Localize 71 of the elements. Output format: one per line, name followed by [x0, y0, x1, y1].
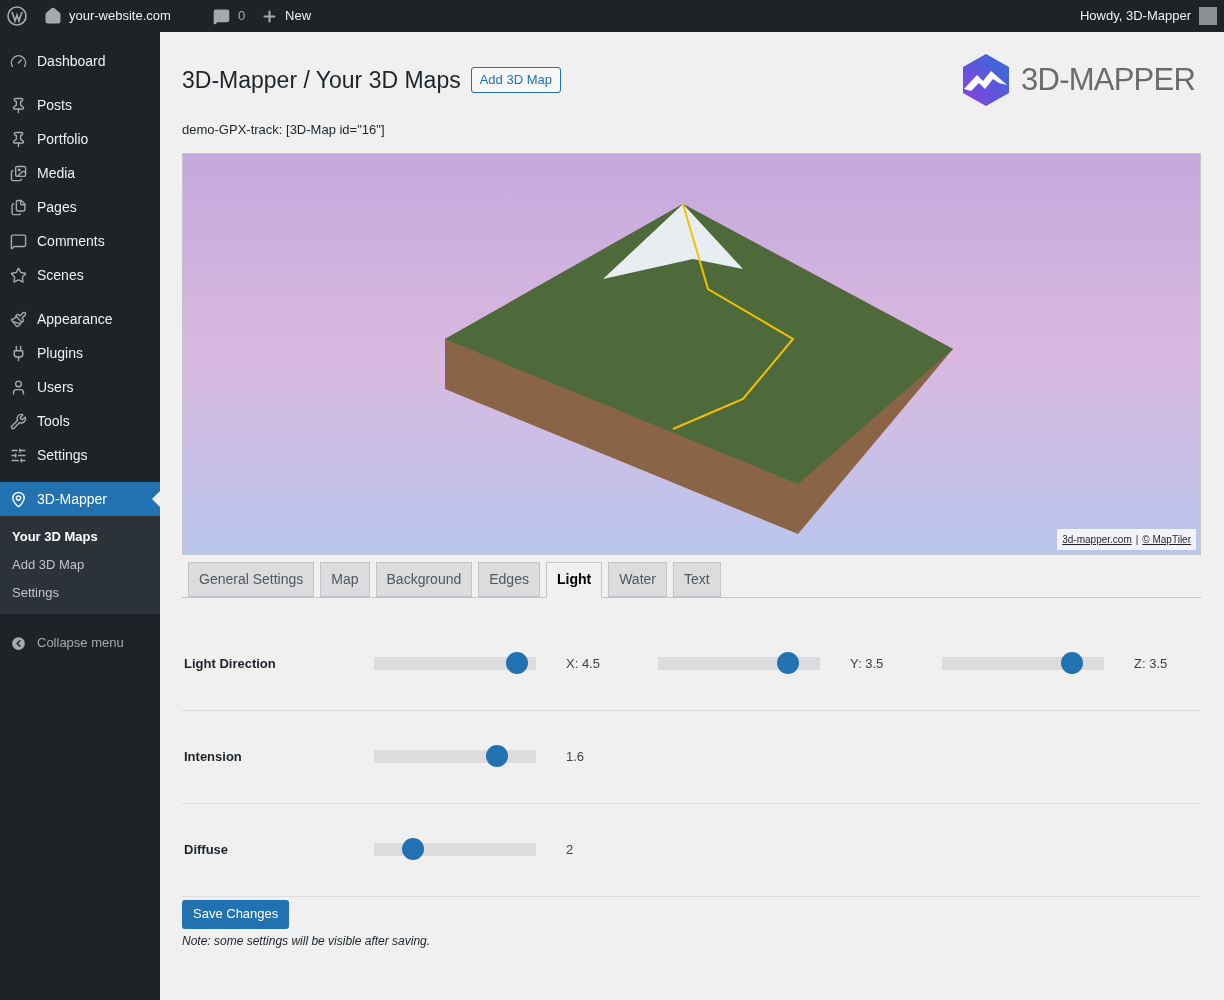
sliders-icon [10, 446, 27, 464]
menu-item[interactable]: Plugins [0, 336, 160, 370]
new-link[interactable]: New [285, 6, 312, 26]
tab[interactable]: Water [608, 561, 667, 597]
slider-value: 2 [566, 840, 575, 859]
plus-icon [261, 7, 279, 25]
separator-text: | [1135, 532, 1139, 547]
submenu-item[interactable]: Your 3D Maps [0, 523, 160, 551]
pushpin-icon [10, 130, 27, 148]
submenu-item[interactable]: Settings [0, 579, 160, 607]
avatar-placeholder [1199, 7, 1217, 25]
setting-label: Diffuse [183, 840, 230, 859]
menu-item[interactable]: Appearance [0, 302, 160, 336]
slider-thumb[interactable] [401, 838, 424, 860]
setting-label: Light Direction [183, 654, 277, 673]
attribution-link[interactable]: © MapTiler [1142, 531, 1191, 547]
tab[interactable]: Text [673, 561, 721, 597]
menu-item[interactable]: Media [0, 156, 160, 190]
logo-wordmark: 3D-MAPPER [1021, 60, 1195, 99]
tab[interactable]: Map [320, 561, 370, 597]
map-pin-icon [10, 490, 27, 508]
greeting-link[interactable]: Howdy, 3D-Mapper [1079, 6, 1191, 26]
menu-item[interactable]: Tools [0, 404, 160, 438]
setting-label: Intension [183, 747, 243, 766]
menu-item[interactable]: Comments [0, 224, 160, 258]
home-icon [44, 7, 62, 25]
menu-item[interactable]: Posts [0, 88, 160, 122]
comment-count[interactable]: 0 [237, 6, 246, 26]
slider-thumb[interactable] [505, 652, 528, 674]
slider-value: X: 4.5 [566, 654, 601, 673]
slider-value: Z: 3.5 [1134, 654, 1169, 673]
current-arrow-icon [152, 491, 160, 507]
menu-item[interactable]: Portfolio [0, 122, 160, 156]
tab[interactable]: Edges [478, 561, 540, 597]
attribution-link[interactable]: 3d-mapper.com [1062, 531, 1132, 547]
gauge-icon [10, 52, 27, 70]
collapse-icon [10, 634, 27, 652]
note-text: Note: some settings will be visible after saving. [182, 932, 432, 950]
menu-item[interactable]: Settings [0, 438, 160, 472]
site-link[interactable]: your-website.com [69, 6, 171, 26]
page-title: 3D-Mapper / Your 3D Maps [182, 65, 461, 95]
collapse-menu-button[interactable]: Collapse menu [0, 626, 160, 660]
wrench-icon [10, 412, 27, 430]
tab[interactable]: Light [545, 561, 603, 598]
tab[interactable]: General Settings [188, 561, 315, 597]
speech-bubble-icon [10, 232, 27, 250]
user-icon [10, 378, 27, 396]
shortcode-text: demo-GPX-track: [3D-Map id="16"] [182, 121, 386, 139]
pages-icon [10, 198, 27, 216]
slider-thumb[interactable] [776, 652, 799, 674]
wordpress-logo-icon[interactable] [7, 6, 27, 26]
slider-thumb[interactable] [486, 745, 509, 767]
add-map-button[interactable]: Add 3D Map [470, 67, 561, 93]
star-icon [10, 266, 27, 284]
menu-item[interactable]: 3D-Mapper [0, 482, 160, 516]
speech-bubble-icon [212, 7, 230, 25]
slider-value: Y: 3.5 [850, 654, 885, 673]
menu-item[interactable]: Pages [0, 190, 160, 224]
map-view[interactable]: 3d-mapper.com | © MapTiler [182, 152, 1201, 555]
slider-value: 1.6 [566, 747, 586, 766]
submenu-item[interactable]: Add 3D Map [0, 551, 160, 579]
mountain-hexagon-logo-icon [961, 53, 1012, 107]
menu-item[interactable]: Dashboard [0, 44, 160, 78]
menu-item[interactable]: Scenes [0, 258, 160, 292]
menu-item[interactable]: Users [0, 370, 160, 404]
save-changes-button[interactable]: Save Changes [182, 899, 290, 929]
images-icon [10, 164, 27, 182]
tab[interactable]: Background [375, 561, 473, 597]
slider-thumb[interactable] [1060, 652, 1083, 674]
paintbrush-icon [10, 310, 27, 328]
pushpin-icon [10, 96, 27, 114]
